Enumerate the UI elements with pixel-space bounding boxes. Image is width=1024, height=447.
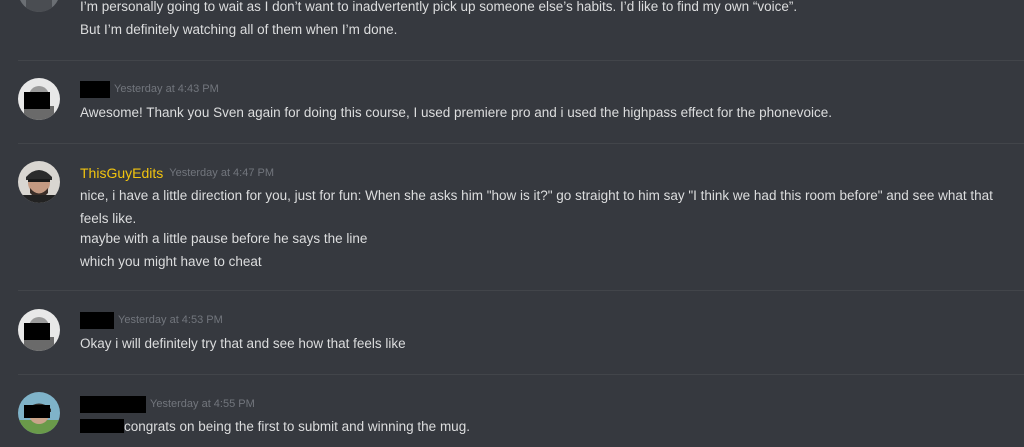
message-divider xyxy=(18,60,1024,61)
message-line: congrats on being the first to submit an… xyxy=(80,415,1010,438)
message-header: Yesterday at 4:55 PM xyxy=(80,395,255,413)
redacted-mention[interactable] xyxy=(80,419,124,433)
message-divider xyxy=(18,143,1024,144)
message-text: I’m personally going to wait as I don’t … xyxy=(80,0,798,14)
redacted-username[interactable] xyxy=(80,80,110,98)
avatar[interactable] xyxy=(18,309,60,351)
avatar[interactable] xyxy=(18,161,60,203)
avatar[interactable] xyxy=(18,78,60,120)
message-text: Awesome! Thank you Sven again for doing … xyxy=(80,105,832,120)
message-text: Okay i will definitely try that and see … xyxy=(80,336,406,351)
message-divider xyxy=(18,374,1024,375)
redaction-bar xyxy=(24,405,50,418)
message-header: Yesterday at 4:43 PM xyxy=(80,80,219,98)
message-text: nice, i have a little direction for you,… xyxy=(80,188,993,226)
message-text: But I’m definitely watching all of them … xyxy=(80,22,398,37)
avatar[interactable] xyxy=(18,0,60,12)
username[interactable]: ThisGuyEdits xyxy=(80,165,163,181)
redaction-bar xyxy=(24,92,50,109)
timestamp[interactable]: Yesterday at 4:55 PM xyxy=(150,398,255,410)
timestamp[interactable]: Yesterday at 4:53 PM xyxy=(118,314,223,326)
redacted-username[interactable] xyxy=(80,311,114,329)
redaction-bar xyxy=(24,323,50,340)
message-divider xyxy=(18,290,1024,291)
message-text: which you might have to cheat xyxy=(80,254,262,269)
avatar[interactable] xyxy=(18,392,60,434)
message-text: maybe with a little pause before he says… xyxy=(80,231,368,246)
message-header: ThisGuyEdits Yesterday at 4:47 PM xyxy=(80,164,274,182)
redacted-username[interactable] xyxy=(80,395,146,413)
message-text: congrats on being the first to submit an… xyxy=(124,419,470,434)
timestamp[interactable]: Yesterday at 4:47 PM xyxy=(169,167,274,179)
message-header: Yesterday at 4:53 PM xyxy=(80,311,223,329)
timestamp[interactable]: Yesterday at 4:43 PM xyxy=(114,83,219,95)
